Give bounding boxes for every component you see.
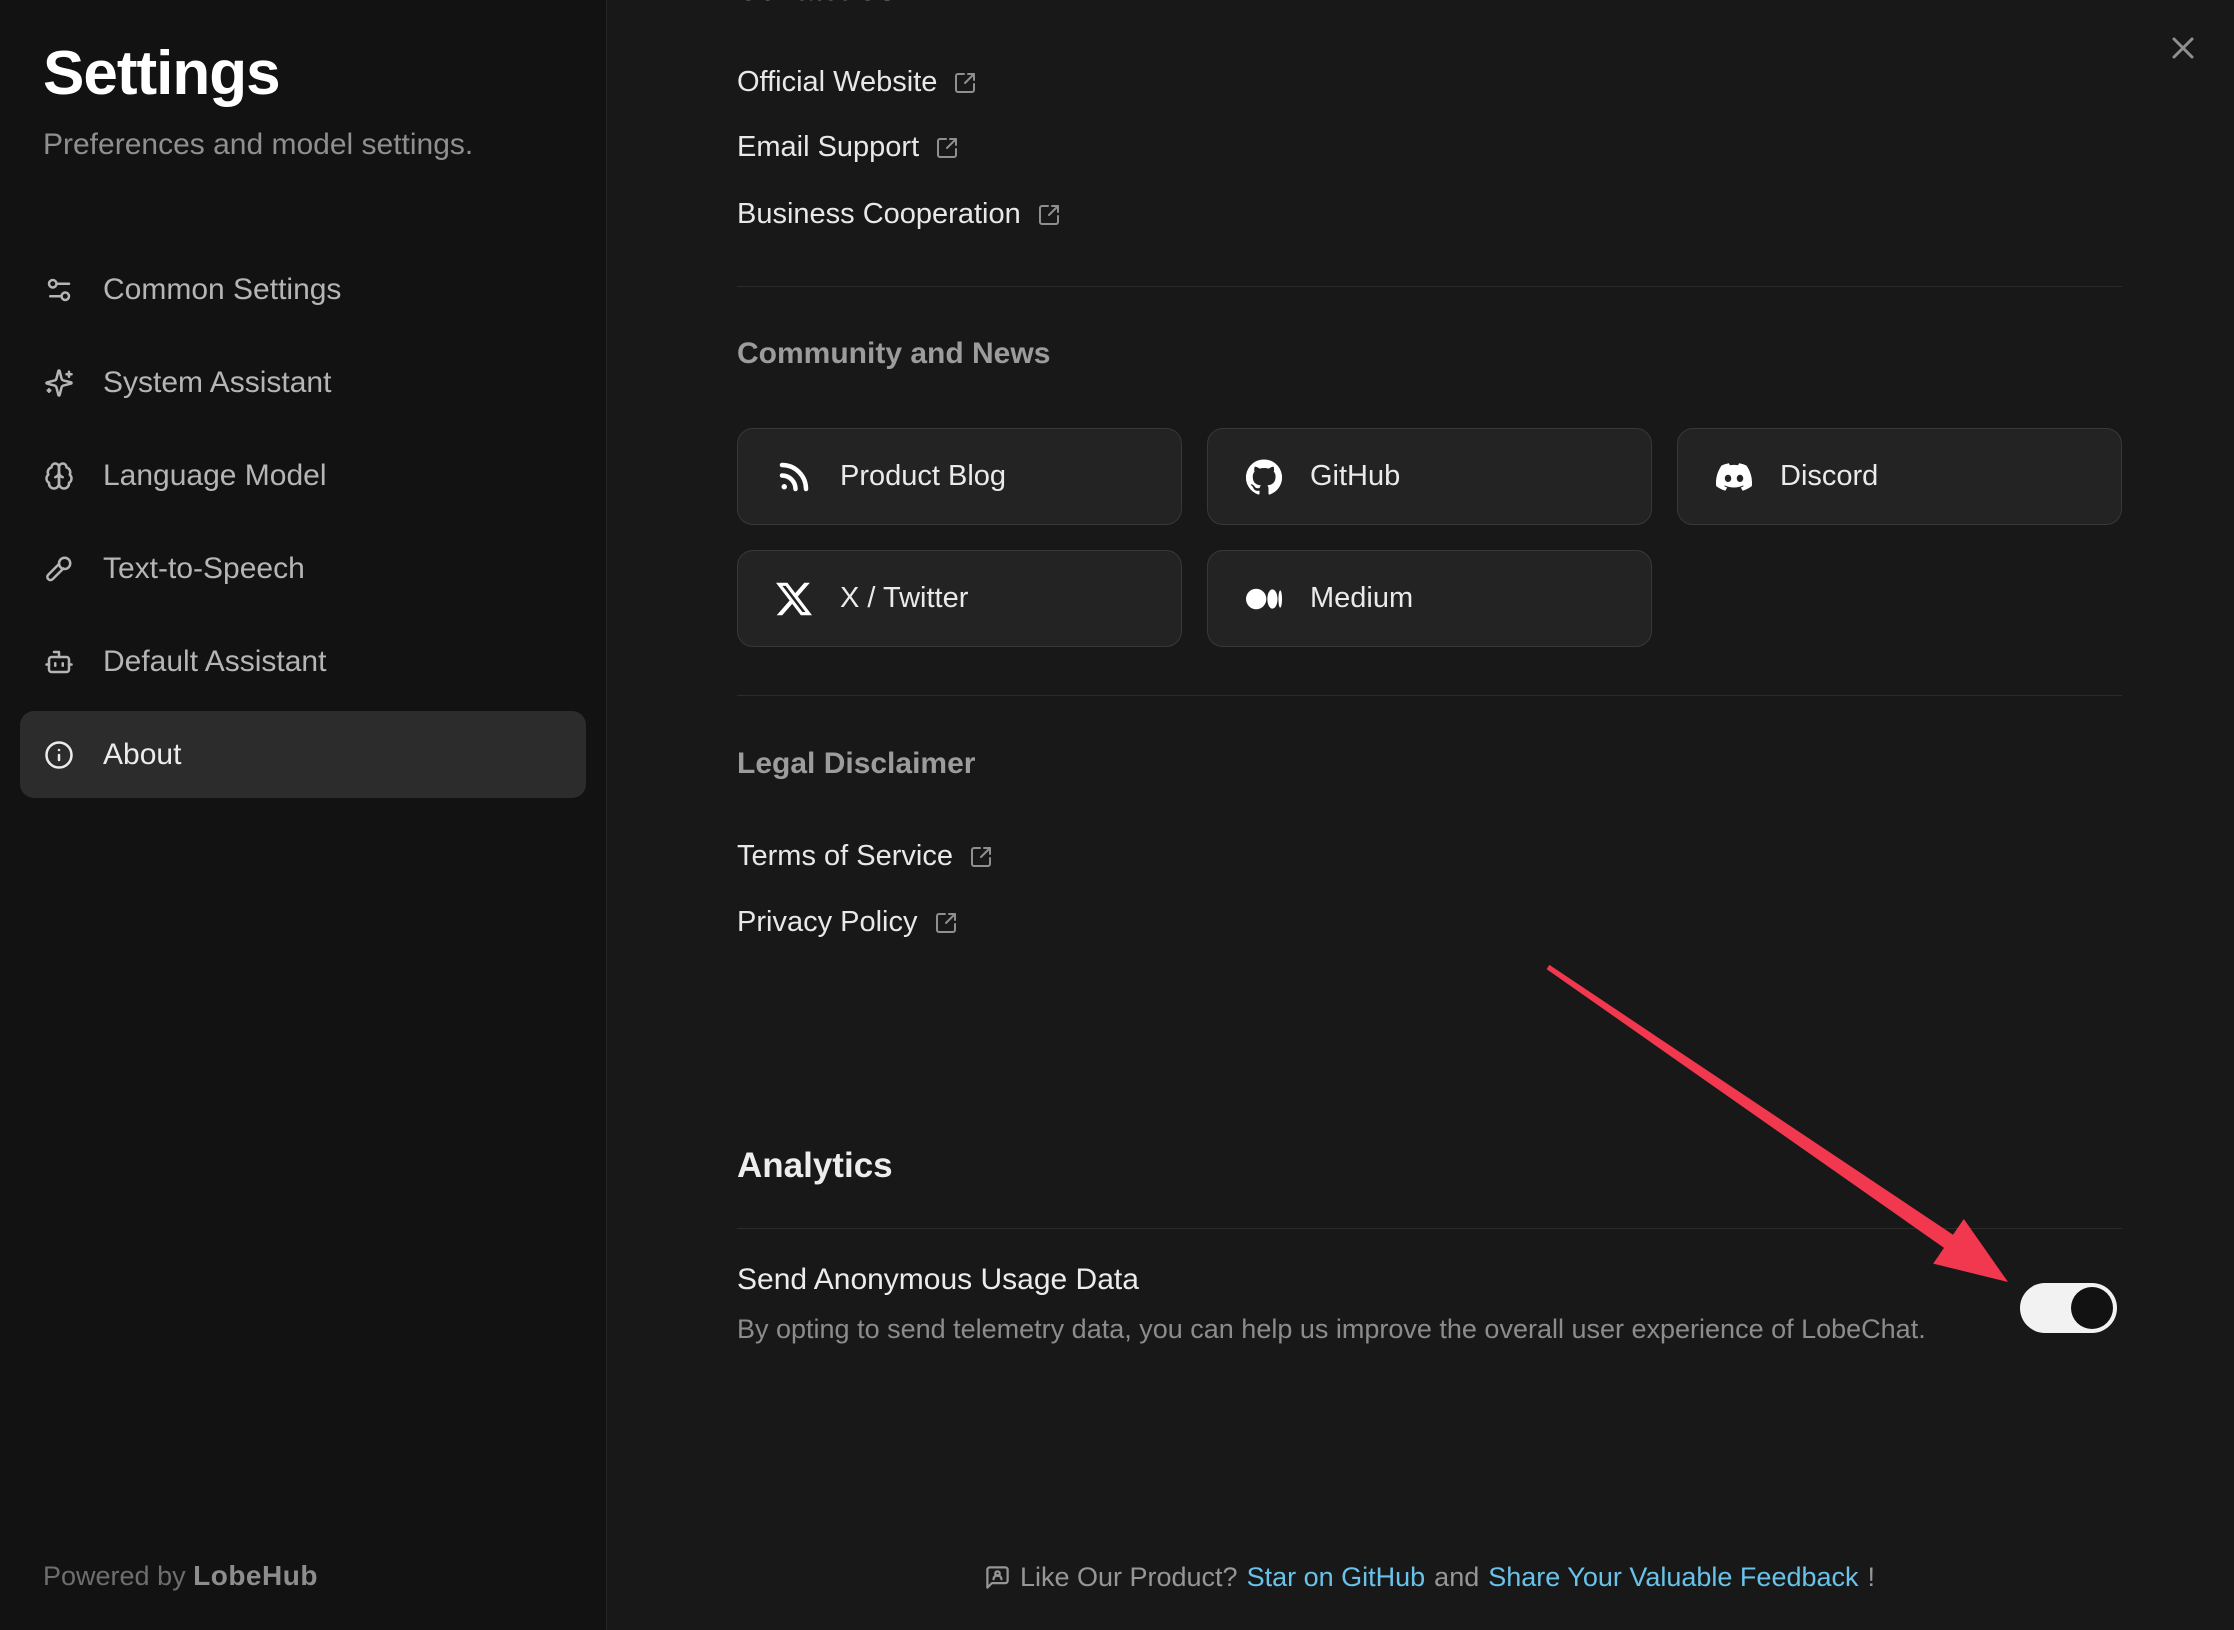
privacy-policy-link[interactable]: Privacy Policy bbox=[737, 906, 958, 939]
sidebar-item-about[interactable]: About bbox=[20, 711, 586, 798]
powered-by-text: Powered by bbox=[43, 1561, 186, 1591]
terms-of-service-link[interactable]: Terms of Service bbox=[737, 840, 993, 873]
brain-icon bbox=[44, 461, 74, 491]
button-label: X / Twitter bbox=[840, 582, 968, 615]
share-feedback-link[interactable]: Share Your Valuable Feedback bbox=[1488, 1562, 1858, 1593]
legal-heading: Legal Disclaimer bbox=[737, 747, 975, 781]
community-buttons: Product Blog GitHub Discord X / Twitter bbox=[737, 428, 2122, 647]
sidebar-item-system-assistant[interactable]: System Assistant bbox=[20, 339, 586, 426]
sparkles-icon bbox=[44, 368, 74, 398]
external-link-icon bbox=[969, 845, 993, 869]
sidebar-item-label: System Assistant bbox=[103, 366, 331, 400]
settings-sidebar: Settings Preferences and model settings.… bbox=[0, 0, 607, 1630]
link-label: Terms of Service bbox=[737, 840, 953, 873]
button-label: GitHub bbox=[1310, 460, 1400, 493]
discord-button[interactable]: Discord bbox=[1677, 428, 2122, 525]
external-link-icon bbox=[934, 911, 958, 935]
link-label: Email Support bbox=[737, 131, 919, 164]
github-button[interactable]: GitHub bbox=[1207, 428, 1652, 525]
product-blog-button[interactable]: Product Blog bbox=[737, 428, 1182, 525]
sliders-icon bbox=[44, 275, 74, 305]
external-link-icon bbox=[953, 71, 977, 95]
page-title: Settings bbox=[43, 38, 280, 109]
section-divider bbox=[737, 1228, 2122, 1229]
footer-text: Like Our Product? bbox=[1020, 1562, 1238, 1593]
sidebar-item-language-model[interactable]: Language Model bbox=[20, 432, 586, 519]
discord-icon bbox=[1716, 459, 1752, 495]
sidebar-item-default-assistant[interactable]: Default Assistant bbox=[20, 618, 586, 705]
medium-icon bbox=[1246, 581, 1282, 617]
info-icon bbox=[44, 740, 74, 770]
page-subtitle: Preferences and model settings. bbox=[43, 128, 473, 162]
send-usage-data-description: By opting to send telemetry data, you ca… bbox=[737, 1314, 1926, 1345]
external-link-icon bbox=[935, 136, 959, 160]
toggle-knob bbox=[2071, 1287, 2113, 1329]
sidebar-item-text-to-speech[interactable]: Text-to-Speech bbox=[20, 525, 586, 612]
footer-text: and bbox=[1434, 1562, 1479, 1593]
sidebar-item-common-settings[interactable]: Common Settings bbox=[20, 246, 586, 333]
sidebar-item-label: About bbox=[103, 738, 181, 772]
sidebar-item-label: Text-to-Speech bbox=[103, 552, 305, 586]
analytics-heading: Analytics bbox=[737, 1146, 893, 1186]
settings-modal: Settings Preferences and model settings.… bbox=[0, 0, 2234, 1630]
section-divider bbox=[737, 695, 2122, 696]
button-label: Product Blog bbox=[840, 460, 1006, 493]
link-label: Privacy Policy bbox=[737, 906, 918, 939]
business-cooperation-link[interactable]: Business Cooperation bbox=[737, 198, 1061, 231]
powered-by: Powered by LobeHub bbox=[43, 1560, 318, 1592]
settings-menu: Common Settings System Assistant bbox=[20, 246, 586, 804]
microphone-icon bbox=[44, 554, 74, 584]
send-usage-data-label: Send Anonymous Usage Data bbox=[737, 1263, 1139, 1297]
medium-button[interactable]: Medium bbox=[1207, 550, 1652, 647]
link-label: Official Website bbox=[737, 66, 937, 99]
sidebar-item-label: Common Settings bbox=[103, 273, 341, 307]
star-on-github-link[interactable]: Star on GitHub bbox=[1247, 1562, 1426, 1593]
x-twitter-icon bbox=[776, 581, 812, 617]
sidebar-item-label: Default Assistant bbox=[103, 645, 326, 679]
footer-text: ! bbox=[1868, 1562, 1876, 1593]
about-panel: Contact Us Official Website Email Suppor… bbox=[607, 0, 2234, 1630]
official-website-link[interactable]: Official Website bbox=[737, 66, 977, 99]
close-button[interactable] bbox=[2165, 30, 2201, 66]
feedback-bubble-icon bbox=[984, 1564, 1011, 1591]
external-link-icon bbox=[1037, 203, 1061, 227]
contact-us-heading: Contact Us bbox=[737, 0, 895, 8]
button-label: Medium bbox=[1310, 582, 1413, 615]
bot-icon bbox=[44, 647, 74, 677]
lobehub-brand: LobeHub bbox=[193, 1560, 318, 1591]
send-usage-data-toggle[interactable] bbox=[2020, 1283, 2117, 1333]
sidebar-item-label: Language Model bbox=[103, 459, 327, 493]
community-heading: Community and News bbox=[737, 337, 1050, 371]
section-divider bbox=[737, 286, 2122, 287]
link-label: Business Cooperation bbox=[737, 198, 1021, 231]
github-icon bbox=[1246, 459, 1282, 495]
email-support-link[interactable]: Email Support bbox=[737, 131, 959, 164]
close-icon bbox=[2165, 30, 2201, 66]
rss-icon bbox=[776, 459, 812, 495]
button-label: Discord bbox=[1780, 460, 1878, 493]
x-twitter-button[interactable]: X / Twitter bbox=[737, 550, 1182, 647]
feedback-footer: Like Our Product? Star on GitHub and Sha… bbox=[737, 1562, 2122, 1593]
